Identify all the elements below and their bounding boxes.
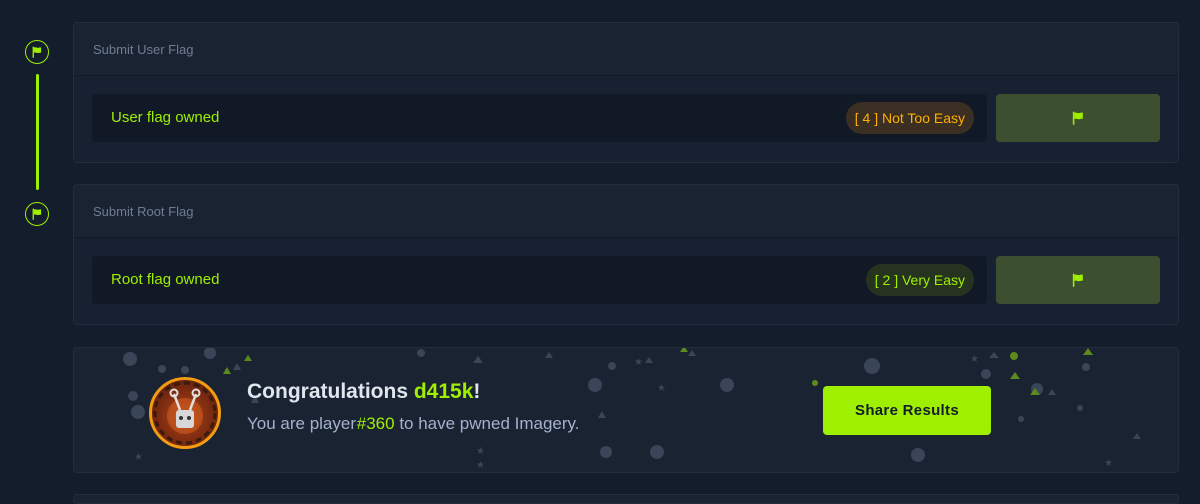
- congrats-subtitle: You are player #360 to have pwned Imager…: [247, 414, 580, 434]
- congrats-sub-suffix: to have pwned Imagery.: [399, 414, 580, 433]
- player-number: #360: [356, 414, 395, 433]
- submit-root-flag-button[interactable]: [996, 256, 1160, 304]
- confetti-decoration: ★ ★ ★ ★ ★ ★ ★: [123, 348, 1141, 471]
- user-flag-status: User flag owned: [111, 109, 220, 126]
- congrats-sub-prefix: You are player: [247, 414, 357, 433]
- congrats-title-prefix: Congratulations: [247, 380, 408, 403]
- difficulty-badge: [ 4 ] Not Too Easy: [845, 102, 974, 134]
- congratulations-banner: ★ ★ ★ ★ ★ ★ ★ Congratulations d415k! You…: [73, 347, 1179, 473]
- root-flag-input[interactable]: Root flag owned [ 2 ] Very Easy: [92, 256, 987, 304]
- share-results-button[interactable]: Share Results: [823, 386, 991, 435]
- avatar-image: [153, 381, 217, 445]
- next-card-edge: [73, 494, 1179, 504]
- username: d415k: [413, 380, 474, 403]
- user-flag-heading: Submit User Flag: [74, 23, 1178, 76]
- user-flag-input[interactable]: User flag owned [ 4 ] Not Too Easy: [92, 94, 987, 142]
- svg-text:★: ★: [634, 357, 643, 368]
- svg-text:★: ★: [476, 460, 485, 471]
- root-flag-heading: Submit Root Flag: [74, 185, 1178, 238]
- submit-user-flag-button[interactable]: [996, 94, 1160, 142]
- root-flag-card: Submit Root Flag Root flag owned [ 2 ] V…: [73, 184, 1179, 325]
- user-avatar: [149, 377, 221, 449]
- flag-icon: [1071, 111, 1085, 125]
- user-flag-step-icon: [25, 40, 49, 64]
- svg-text:★: ★: [134, 452, 143, 463]
- root-flag-step-icon: [25, 202, 49, 226]
- svg-text:★: ★: [476, 446, 485, 457]
- svg-text:★: ★: [970, 354, 979, 365]
- congrats-title: Congratulations d415k!: [247, 380, 480, 404]
- svg-text:★: ★: [657, 383, 666, 394]
- root-flag-status: Root flag owned: [111, 271, 220, 288]
- root-flag-body: Root flag owned [ 2 ] Very Easy: [74, 238, 1178, 324]
- congrats-title-suffix: !: [473, 380, 481, 403]
- difficulty-badge: [ 2 ] Very Easy: [865, 264, 974, 296]
- flag-icon: [31, 46, 43, 58]
- user-flag-body: User flag owned [ 4 ] Not Too Easy: [74, 76, 1178, 162]
- progress-rail: [36, 74, 39, 190]
- svg-text:★: ★: [1104, 458, 1113, 469]
- flag-icon: [31, 208, 43, 220]
- user-flag-card: Submit User Flag User flag owned [ 4 ] N…: [73, 22, 1179, 163]
- flag-icon: [1071, 273, 1085, 287]
